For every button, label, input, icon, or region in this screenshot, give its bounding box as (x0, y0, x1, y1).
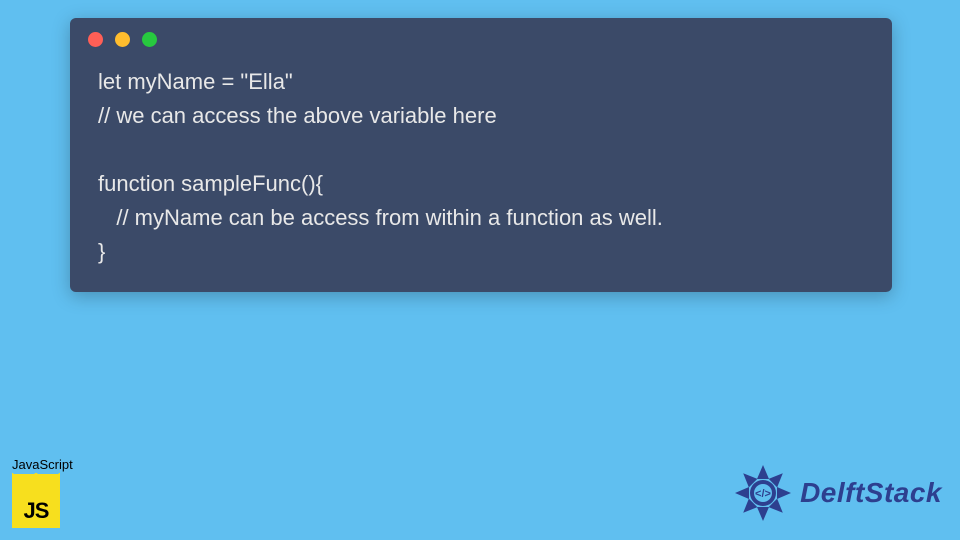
code-window: let myName = "Ella" // we can access the… (70, 18, 892, 292)
close-icon (88, 32, 103, 47)
svg-text:</>: </> (755, 488, 771, 500)
brand-logo-icon: </> (732, 462, 794, 524)
code-line: // we can access the above variable here (98, 103, 497, 128)
minimize-icon (115, 32, 130, 47)
window-controls (70, 18, 892, 55)
maximize-icon (142, 32, 157, 47)
brand: </> DelftStack (732, 462, 942, 524)
brand-name: DelftStack (800, 477, 942, 509)
code-line: let myName = "Ella" (98, 69, 293, 94)
javascript-logo-icon: JS (12, 474, 60, 528)
javascript-badge: JavaScript JS (12, 457, 78, 528)
code-line: function sampleFunc(){ (98, 171, 323, 196)
code-body: let myName = "Ella" // we can access the… (70, 55, 892, 274)
code-line: } (98, 239, 105, 264)
code-line: // myName can be access from within a fu… (98, 205, 663, 230)
badge-label: JavaScript (12, 457, 78, 472)
logo-text: JS (12, 498, 60, 524)
